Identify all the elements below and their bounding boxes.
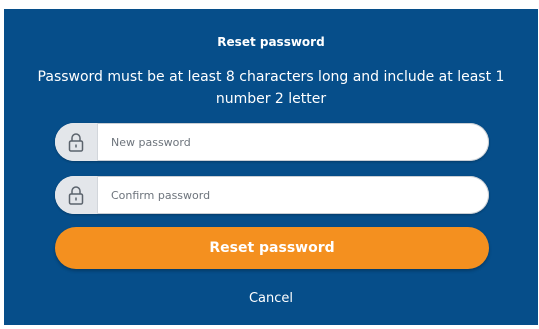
reset-password-button[interactable]: Reset password	[55, 227, 489, 269]
dialog-title: Reset password	[217, 35, 325, 49]
lock-icon	[55, 176, 98, 214]
new-password-input[interactable]	[111, 123, 471, 161]
new-password-field[interactable]	[55, 123, 489, 161]
reset-password-dialog: Reset password Password must be at least…	[4, 9, 538, 325]
lock-icon	[55, 123, 98, 161]
cancel-link[interactable]: Cancel	[4, 291, 538, 306]
password-requirements-text: Password must be at least 8 characters l…	[37, 69, 505, 107]
confirm-password-field[interactable]	[55, 176, 489, 214]
confirm-password-input[interactable]	[111, 176, 471, 214]
